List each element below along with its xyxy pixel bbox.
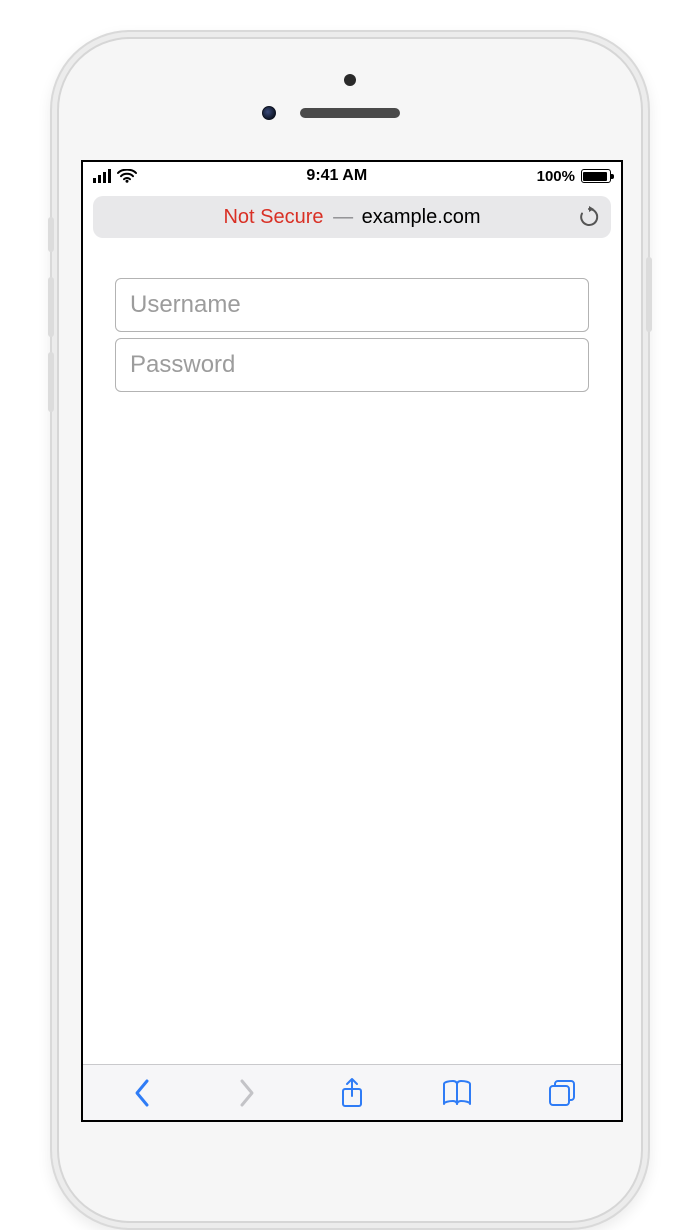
mute-switch [48,217,54,252]
iphone-device-frame: 9:41 AM 100% Not Secure — example.com [50,30,650,1230]
volume-down-button [48,352,54,412]
status-bar: 9:41 AM 100% [83,162,621,190]
bookmarks-button[interactable] [437,1073,477,1113]
power-button [646,257,652,332]
address-bar[interactable]: Not Secure — example.com [93,196,611,238]
volume-up-button [48,277,54,337]
security-status-label: Not Secure [223,206,323,228]
chevron-left-icon [133,1078,151,1108]
username-field[interactable] [115,278,589,332]
reload-button[interactable] [575,206,599,228]
proximity-sensor [262,106,276,120]
cellular-signal-icon [93,169,111,183]
address-separator: — [329,206,356,228]
back-button[interactable] [122,1073,162,1113]
battery-percent: 100% [537,168,575,185]
forward-button[interactable] [227,1073,267,1113]
front-camera [344,74,356,86]
address-domain: example.com [362,206,481,228]
reload-icon [579,206,599,228]
address-bar-text: Not Secure — example.com [137,206,567,229]
safari-toolbar [83,1064,621,1120]
book-icon [441,1079,473,1107]
tabs-button[interactable] [542,1073,582,1113]
status-time: 9:41 AM [306,167,367,185]
share-button[interactable] [332,1073,372,1113]
wifi-icon [117,169,137,183]
web-page-content [83,248,621,428]
phone-screen: 9:41 AM 100% Not Secure — example.com [81,160,623,1122]
tabs-icon [547,1078,577,1108]
chevron-right-icon [238,1078,256,1108]
share-icon [339,1077,365,1109]
password-field[interactable] [115,338,589,392]
battery-icon [581,169,611,183]
earpiece-speaker [300,108,400,118]
